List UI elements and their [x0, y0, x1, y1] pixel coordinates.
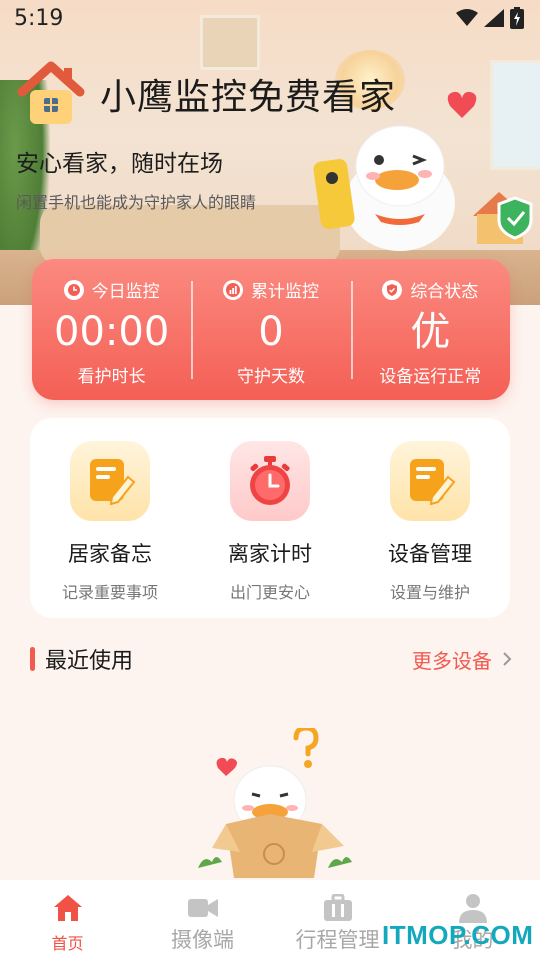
stat-head-label: 综合状态 — [410, 282, 479, 302]
tab-label: 首页 — [51, 934, 84, 953]
empty-state-duck-box-icon — [198, 728, 352, 878]
feature-device-management[interactable]: 设备管理 设置与维护 — [355, 441, 505, 618]
house-logo-icon — [17, 61, 85, 124]
feature-title: 居家备忘 — [68, 542, 152, 566]
video-camera-icon — [187, 892, 219, 924]
stat-label: 设备运行正常 — [379, 367, 482, 387]
tab-home[interactable]: 首页 — [0, 880, 135, 960]
tab-label: 行程管理 — [295, 928, 380, 952]
feature-title: 设备管理 — [388, 542, 472, 566]
duck-mascot-with-phone-icon — [313, 91, 533, 251]
tab-camera[interactable]: 摄像端 — [135, 880, 270, 960]
feature-subtitle: 设置与维护 — [389, 583, 470, 602]
wifi-icon — [456, 9, 478, 26]
status-time: 5:19 — [14, 5, 64, 31]
chevron-right-icon — [503, 652, 512, 666]
recent-title: 最近使用 — [45, 649, 134, 674]
stat-value: 优 — [410, 309, 451, 355]
stat-label: 守护天数 — [236, 367, 305, 387]
battery-icon — [510, 7, 524, 29]
stat-value: 00:00 — [54, 309, 170, 355]
feature-card: 居家备忘 记录重要事项 离家计时 出门更安心 设备管理 设置与维护 — [30, 418, 510, 618]
status-icons — [456, 7, 524, 29]
feature-home-memo[interactable]: 居家备忘 记录重要事项 — [35, 441, 185, 618]
feature-subtitle: 出门更安心 — [229, 583, 310, 602]
cell-signal-icon — [484, 9, 504, 27]
feature-away-timer[interactable]: 离家计时 出门更安心 — [195, 441, 345, 618]
feature-subtitle: 记录重要事项 — [61, 583, 158, 602]
status-bar: 5:19 — [0, 0, 540, 36]
watermark-text: ITMOP.COM — [382, 920, 534, 950]
hero-slogan: 安心看家，随时在场 — [16, 151, 223, 177]
stat-value: 0 — [258, 309, 284, 355]
stat-head-label: 累计监控 — [250, 282, 319, 302]
recent-section-header: 最近使用 更多设备 — [30, 641, 512, 677]
bar-chart-icon — [222, 279, 243, 300]
stats-card: 今日监控 00:00 看护时长 累计监控 0 守护天数 综合状态 优 设备运行正… — [32, 259, 510, 400]
more-devices-link[interactable]: 更多设备 — [412, 645, 512, 674]
stat-today-monitor[interactable]: 今日监控 00:00 看护时长 — [32, 259, 191, 400]
shield-check-icon — [382, 279, 403, 300]
home-icon — [52, 892, 84, 924]
memo-pencil-icon — [390, 441, 470, 521]
memo-pencil-icon — [70, 441, 150, 521]
stat-head-label: 今日监控 — [91, 282, 160, 302]
clock-icon — [63, 279, 84, 300]
briefcase-icon — [322, 892, 354, 924]
tab-label: 摄像端 — [171, 928, 234, 952]
stopwatch-icon — [230, 441, 310, 521]
hero-subslogan: 闲置手机也能成为守护家人的眼睛 — [16, 193, 257, 212]
stat-overall-status[interactable]: 综合状态 优 设备运行正常 — [350, 259, 510, 400]
more-devices-label: 更多设备 — [412, 648, 492, 673]
stat-label: 看护时长 — [77, 367, 146, 387]
sofa-decoration — [40, 205, 340, 265]
stat-total-monitor[interactable]: 累计监控 0 守护天数 — [191, 259, 350, 400]
feature-title: 离家计时 — [228, 542, 312, 566]
section-accent-bar — [30, 647, 35, 671]
